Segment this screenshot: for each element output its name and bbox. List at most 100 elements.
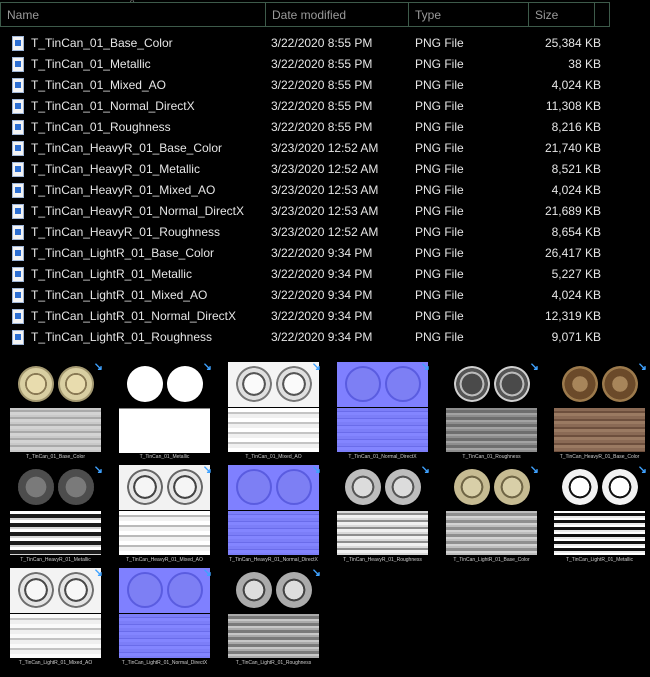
can-side-preview [119, 408, 210, 453]
file-size: 8,216 KB [551, 120, 601, 134]
file-size: 12,319 KB [544, 309, 601, 323]
shortcut-arrow-icon: ↘ [93, 361, 103, 373]
file-size: 25,384 KB [544, 36, 601, 50]
file-row[interactable]: T_TinCan_01_Roughness 3/22/2020 8:55 PM PN… [0, 117, 620, 138]
can-side-preview [446, 408, 537, 452]
file-name: T_TinCan_01_Mixed_AO [31, 78, 166, 92]
can-side-preview [337, 408, 428, 452]
file-date: 3/22/2020 8:55 PM [271, 99, 373, 113]
file-date: 3/22/2020 8:55 PM [271, 78, 373, 92]
can-bottom-preview [276, 572, 312, 608]
texture-preview-top [228, 568, 319, 613]
thumbnail-tile[interactable]: ↘ T_TinCan_01_Roughness [446, 361, 539, 460]
file-size: 26,417 KB [544, 246, 601, 260]
file-row[interactable]: T_TinCan_LightR_01_Metallic 3/22/2020 9:3… [0, 264, 620, 285]
file-type: PNG File [415, 309, 464, 323]
thumbnail-tile[interactable]: ↘ T_TinCan_LightR_01_Roughness [228, 567, 321, 666]
file-size: 8,521 KB [551, 162, 601, 176]
file-type: PNG File [415, 120, 464, 134]
file-date: 3/23/2020 12:52 AM [271, 225, 379, 239]
png-file-icon [12, 288, 24, 303]
file-date: 3/23/2020 12:53 AM [271, 183, 379, 197]
thumbnail-tile[interactable]: ↘ T_TinCan_01_Mixed_AO [228, 361, 321, 460]
file-row[interactable]: T_TinCan_HeavyR_01_Base_Color 3/23/2020 1… [0, 138, 620, 159]
can-side-preview [10, 614, 101, 658]
column-date[interactable]: Date modified [265, 2, 409, 27]
file-row[interactable]: T_TinCan_HeavyR_01_Mixed_AO 3/23/2020 12:… [0, 180, 620, 201]
file-name: T_TinCan_HeavyR_01_Normal_DirectX [31, 204, 244, 218]
thumbnail-tile[interactable]: ↘ T_TinCan_HeavyR_01_Metallic [10, 464, 103, 563]
can-bottom-preview [385, 469, 421, 505]
file-row[interactable]: T_TinCan_LightR_01_Roughness 3/22/2020 9:… [0, 327, 620, 348]
column-type[interactable]: Type [408, 2, 529, 27]
file-date: 3/22/2020 9:34 PM [271, 309, 373, 323]
file-date: 3/22/2020 9:34 PM [271, 267, 373, 281]
thumbnail-tile[interactable]: ↘ T_TinCan_LightR_01_Metallic [554, 464, 647, 563]
file-type: PNG File [415, 57, 464, 71]
file-name: T_TinCan_HeavyR_01_Metallic [31, 162, 200, 176]
can-side-preview [10, 511, 101, 555]
file-name: T_TinCan_01_Normal_DirectX [31, 99, 195, 113]
thumbnail-tile[interactable]: ↘ T_TinCan_LightR_01_Mixed_AO [10, 567, 103, 666]
file-type: PNG File [415, 99, 464, 113]
thumbnail-tile[interactable]: ↘ T_TinCan_LightR_01_Base_Color [446, 464, 539, 563]
thumbnail-tile[interactable]: ↘ T_TinCan_01_Normal_DirectX [337, 361, 430, 460]
texture-preview-top [446, 465, 537, 510]
file-name: T_TinCan_01_Metallic [31, 57, 151, 71]
thumbnail-label: T_TinCan_HeavyR_01_Normal_DirectX [229, 557, 318, 563]
can-bottom-preview [602, 366, 638, 402]
can-lid-preview [345, 366, 381, 402]
file-date: 3/22/2020 9:34 PM [271, 330, 373, 344]
thumbnail-label: T_TinCan_01_Roughness [462, 454, 521, 460]
can-side-preview [228, 511, 319, 555]
texture-preview-top [10, 465, 101, 510]
column-name[interactable]: Name [0, 2, 266, 27]
can-lid-preview [236, 366, 272, 402]
file-row[interactable]: T_TinCan_LightR_01_Mixed_AO 3/22/2020 9:3… [0, 285, 620, 306]
texture-preview-top [10, 568, 101, 613]
thumbnail-tile[interactable]: ↘ T_TinCan_01_Base_Color [10, 361, 103, 460]
file-row[interactable]: T_TinCan_HeavyR_01_Normal_DirectX 3/23/20… [0, 201, 620, 222]
file-row[interactable]: T_TinCan_LightR_01_Base_Color 3/22/2020 9… [0, 243, 620, 264]
can-lid-preview [18, 366, 54, 402]
thumbnail-tile[interactable]: ↘ T_TinCan_HeavyR_01_Base_Color [554, 361, 647, 460]
shortcut-arrow-icon: ↘ [311, 567, 321, 579]
file-row[interactable]: T_TinCan_01_Mixed_AO 3/22/2020 8:55 PM PNG… [0, 75, 620, 96]
thumbnail-label: T_TinCan_HeavyR_01_Base_Color [559, 454, 640, 460]
file-row[interactable]: T_TinCan_HeavyR_01_Roughness 3/23/2020 12… [0, 222, 620, 243]
file-row[interactable]: T_TinCan_LightR_01_Normal_DirectX 3/22/20… [0, 306, 620, 327]
shortcut-arrow-icon: ↘ [529, 361, 539, 373]
can-side-preview [119, 511, 210, 555]
png-file-icon [12, 309, 24, 324]
texture-preview-top [446, 362, 537, 407]
file-row[interactable]: T_TinCan_01_Base_Color 3/22/2020 8:55 PM P… [0, 33, 620, 54]
thumbnail-tile[interactable]: ↘ T_TinCan_LightR_01_Normal_DirectX [119, 567, 212, 666]
thumbnail-tile[interactable]: ↘ T_TinCan_01_Metallic [119, 361, 212, 460]
file-name: T_TinCan_01_Base_Color [31, 36, 173, 50]
file-date: 3/23/2020 12:53 AM [271, 204, 379, 218]
can-bottom-preview [167, 366, 203, 402]
thumbnail-tile[interactable]: ↘ T_TinCan_HeavyR_01_Mixed_AO [119, 464, 212, 563]
texture-preview-top [228, 465, 319, 510]
file-type: PNG File [415, 246, 464, 260]
png-file-icon [12, 36, 24, 51]
thumbnail-label: T_TinCan_01_Base_Color [25, 454, 86, 460]
file-type: PNG File [415, 267, 464, 281]
thumbnail-tile[interactable]: ↘ T_TinCan_HeavyR_01_Roughness [337, 464, 430, 563]
file-type: PNG File [415, 141, 464, 155]
column-size[interactable]: Size [528, 2, 595, 27]
file-row[interactable]: T_TinCan_HeavyR_01_Metallic 3/23/2020 12:… [0, 159, 620, 180]
can-lid-preview [127, 572, 163, 608]
file-row[interactable]: T_TinCan_01_Metallic 3/22/2020 8:55 PM PNG… [0, 54, 620, 75]
file-row[interactable]: T_TinCan_01_Normal_DirectX 3/22/2020 8:55… [0, 96, 620, 117]
thumbnail-tile[interactable]: ↘ T_TinCan_HeavyR_01_Normal_DirectX [228, 464, 321, 563]
file-size: 38 KB [568, 57, 601, 71]
texture-preview-top [10, 362, 101, 407]
thumbnail-label: T_TinCan_LightR_01_Base_Color [453, 557, 530, 563]
thumbnail-label: T_TinCan_HeavyR_01_Metallic [20, 557, 91, 563]
can-lid-preview [18, 572, 54, 608]
can-bottom-preview [276, 469, 312, 505]
can-bottom-preview [276, 366, 312, 402]
png-file-icon [12, 330, 24, 345]
png-file-icon [12, 162, 24, 177]
